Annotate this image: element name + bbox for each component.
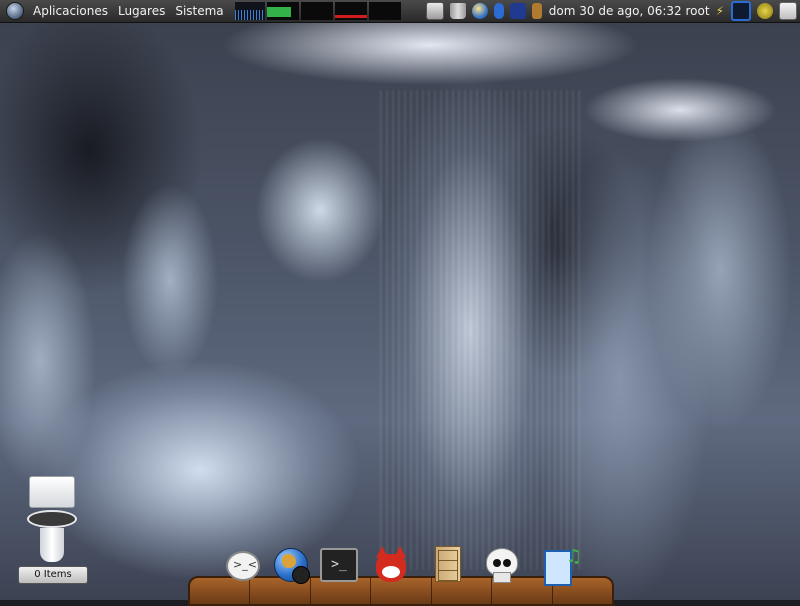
swap-meter-fill	[334, 15, 367, 18]
mem-meter[interactable]	[300, 2, 333, 20]
dock: >_< >_ ♫	[220, 544, 600, 587]
cpu-meter[interactable]	[266, 2, 299, 20]
distro-logo-icon[interactable]	[6, 2, 24, 20]
notes-icon[interactable]	[779, 2, 797, 20]
cpu-meter-fill	[266, 7, 291, 17]
trash-item-count: 0 Items	[18, 566, 88, 584]
menu-system[interactable]: Sistema	[170, 4, 228, 18]
toilet-seat-shape	[27, 510, 77, 528]
toilet-base-shape	[40, 528, 64, 562]
window-list-icon[interactable]	[731, 1, 751, 21]
network-globe-icon[interactable]	[471, 3, 488, 19]
file-cabinet-icon[interactable]	[428, 546, 466, 584]
web-browser-icon[interactable]	[272, 546, 310, 584]
menu-places[interactable]: Lugares	[113, 4, 170, 18]
waterfall-streaks	[380, 90, 580, 570]
trash-can-icon[interactable]	[449, 3, 466, 19]
drive-icon[interactable]	[425, 2, 444, 20]
clock-text: dom 30 de ago, 06:32	[548, 4, 682, 18]
keyboard-layout-icon[interactable]	[509, 3, 526, 19]
fox-icon[interactable]	[372, 546, 410, 584]
network-monitor-graph[interactable]	[234, 2, 265, 20]
desktop-trash[interactable]: 0 Items	[18, 476, 88, 584]
media-door-icon[interactable]: ♫	[542, 546, 582, 586]
chat-icon[interactable]: >_<	[224, 549, 262, 587]
bluetooth-icon[interactable]	[493, 3, 504, 19]
menu-applications[interactable]: Aplicaciones	[28, 4, 113, 18]
usb-device-icon[interactable]	[531, 3, 542, 19]
skull-icon[interactable]	[482, 546, 520, 584]
load-meter[interactable]	[368, 2, 401, 20]
swap-meter[interactable]	[334, 2, 367, 20]
power-bolt-icon[interactable]: ⚡	[716, 4, 724, 18]
update-arrows-icon[interactable]	[757, 3, 773, 19]
toilet-trash-icon[interactable]	[29, 476, 75, 508]
panel-clock[interactable]: dom 30 de ago, 06:32 root	[549, 4, 710, 18]
user-name: root	[685, 4, 710, 18]
top-panel: Aplicaciones Lugares Sistema dom 30 de a…	[0, 0, 800, 23]
terminal-icon[interactable]: >_	[320, 548, 358, 586]
desktop-wallpaper	[0, 0, 800, 600]
